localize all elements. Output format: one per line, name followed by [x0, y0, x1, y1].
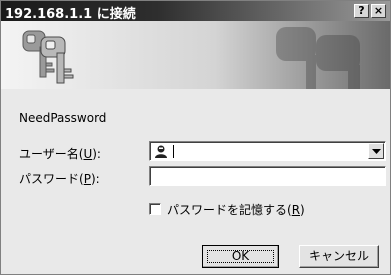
close-button[interactable]: × — [371, 4, 386, 18]
keys-watermark-icon — [276, 27, 360, 89]
remember-password-label[interactable]: パスワードを記憶する(R) — [167, 201, 305, 218]
help-button[interactable]: ? — [354, 4, 369, 18]
password-label: パスワード(P): — [19, 172, 100, 186]
title-bar[interactable]: 192.168.1.1 に接続 ? × — [1, 1, 390, 22]
username-label: ユーザー名(U): — [19, 147, 101, 161]
focus-rect — [207, 250, 274, 263]
password-field[interactable] — [149, 166, 386, 186]
dialog-body: NeedPassword ユーザー名(U): パスワード(P): パスワードを記… — [1, 89, 390, 274]
user-icon — [155, 145, 167, 158]
username-combobox[interactable] — [149, 141, 386, 161]
chevron-down-icon — [372, 149, 381, 154]
cancel-button[interactable]: キャンセル — [299, 245, 379, 268]
ok-button[interactable]: OK — [202, 245, 279, 268]
window-title: 192.168.1.1 に接続 — [5, 7, 136, 22]
realm-text: NeedPassword — [19, 111, 107, 125]
login-dialog: 192.168.1.1 に接続 ? × NeedPassword ユーザー名(U… — [0, 0, 391, 275]
banner — [1, 21, 390, 89]
username-dropdown-button[interactable] — [368, 143, 384, 159]
text-cursor — [173, 145, 174, 158]
keys-icon — [22, 30, 74, 84]
remember-password-checkbox[interactable] — [149, 203, 161, 215]
